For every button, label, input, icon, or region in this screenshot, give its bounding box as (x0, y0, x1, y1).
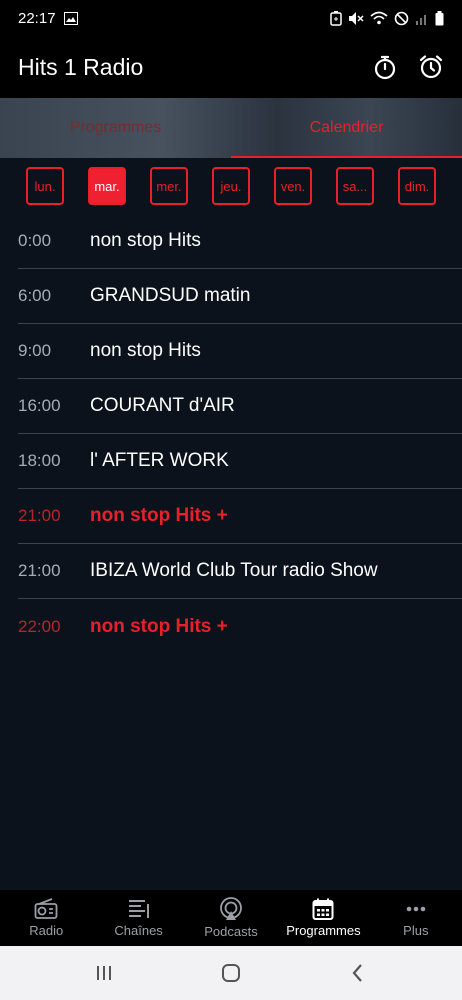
battery-icon (435, 10, 444, 25)
app-bar: Hits 1 Radio (0, 36, 462, 98)
status-time: 22:17 (18, 9, 56, 27)
day-button-mar[interactable]: mar. (88, 167, 126, 205)
image-notification-icon (63, 11, 78, 25)
schedule-title: IBIZA World Club Tour radio Show (90, 560, 378, 581)
nav-programmes-label: Programmes (286, 923, 361, 938)
schedule-title: non stop Hits + (90, 615, 228, 637)
schedule-time: 6:00 (18, 286, 52, 305)
schedule-title: l' AFTER WORK (90, 450, 229, 471)
schedule-title: non stop Hits + (90, 505, 228, 526)
schedule-row[interactable]: 6:00 GRANDSUD matin (18, 269, 462, 324)
tab-calendrier[interactable]: Calendrier (231, 98, 462, 158)
bottom-navigation: Radio Chaînes Podcasts Programmes Plus (0, 890, 462, 946)
do-not-disturb-icon (394, 11, 409, 25)
schedule-time: 21:00 (18, 561, 61, 580)
more-icon (406, 906, 426, 912)
nav-podcasts-label: Podcasts (204, 924, 258, 939)
schedule-time: 16:00 (18, 396, 61, 415)
battery-saver-icon (330, 10, 342, 26)
nav-radio[interactable]: Radio (0, 890, 92, 946)
schedule-time: 0:00 (18, 231, 52, 250)
nav-chaines[interactable]: Chaînes (92, 890, 184, 946)
schedule-row-live[interactable]: 21:00 non stop Hits + (18, 489, 462, 544)
alarm-icon[interactable] (418, 54, 444, 80)
schedule-row[interactable]: 18:00 l' AFTER WORK (18, 434, 462, 489)
schedule-time: 21:00 (18, 506, 61, 525)
day-button-sam[interactable]: sa... (336, 167, 374, 205)
calendar-icon (312, 898, 334, 920)
day-selector: lun. mar. mer. jeu. ven. sa... dim. (0, 158, 462, 214)
schedule-title: GRANDSUD matin (90, 285, 251, 306)
recent-apps-icon[interactable] (92, 961, 116, 985)
schedule-list: 0:00 non stop Hits 6:00 GRANDSUD matin 9… (0, 214, 462, 654)
schedule-row-live[interactable]: 22:00 non stop Hits + (18, 599, 462, 654)
status-bar: 22:17 (0, 0, 462, 36)
nav-programmes[interactable]: Programmes (277, 890, 369, 946)
day-button-ven[interactable]: ven. (274, 167, 312, 205)
schedule-row[interactable]: 0:00 non stop Hits (18, 214, 462, 269)
nav-podcasts[interactable]: Podcasts (185, 890, 277, 946)
schedule-time: 22:00 (18, 616, 61, 636)
tab-bar: Programmes Calendrier (0, 98, 462, 158)
schedule-title: non stop Hits (90, 230, 201, 251)
list-icon (128, 900, 149, 918)
nav-plus[interactable]: Plus (370, 890, 462, 946)
app-title: Hits 1 Radio (18, 53, 144, 80)
signal-icon (416, 14, 426, 25)
back-icon[interactable] (346, 961, 370, 985)
nav-plus-label: Plus (403, 923, 429, 938)
schedule-row[interactable]: 16:00 COURANT d'AIR (18, 379, 462, 434)
podcast-icon (220, 897, 242, 920)
schedule-row[interactable]: 9:00 non stop Hits (18, 324, 462, 379)
wifi-icon (370, 11, 388, 25)
schedule-time: 9:00 (18, 341, 52, 360)
nav-radio-label: Radio (29, 923, 64, 938)
tab-programmes[interactable]: Programmes (0, 98, 231, 158)
radio-icon (34, 898, 58, 919)
nav-chaines-label: Chaînes (114, 923, 163, 938)
schedule-row[interactable]: 21:00 IBIZA World Club Tour radio Show (18, 544, 462, 599)
schedule-time: 18:00 (18, 451, 61, 470)
day-button-lun[interactable]: lun. (26, 167, 64, 205)
system-navigation-bar (0, 946, 462, 1000)
schedule-title: non stop Hits (90, 340, 201, 361)
day-button-mer[interactable]: mer. (150, 167, 188, 205)
day-button-jeu[interactable]: jeu. (212, 167, 250, 205)
timer-icon[interactable] (372, 54, 398, 80)
home-icon[interactable] (219, 961, 243, 985)
schedule-title: COURANT d'AIR (90, 395, 235, 416)
day-button-dim[interactable]: dim. (398, 167, 436, 205)
mute-icon (349, 11, 364, 25)
